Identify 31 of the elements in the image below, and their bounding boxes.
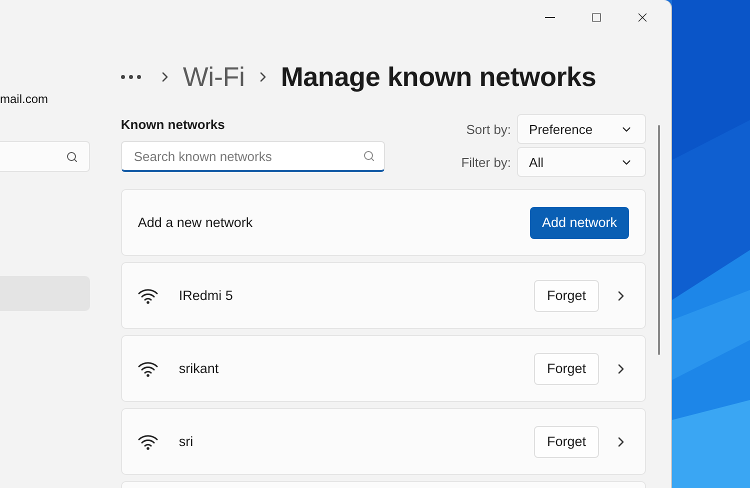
forget-button[interactable]: Forget bbox=[534, 426, 600, 458]
forget-button[interactable]: Forget bbox=[534, 280, 600, 312]
ellipsis-icon bbox=[120, 75, 141, 79]
breadcrumb-item: Manage known networks bbox=[280, 62, 596, 92]
add-network-button[interactable]: Add network bbox=[530, 206, 630, 238]
search-field[interactable]: Search known networks bbox=[120, 141, 385, 172]
search-icon bbox=[66, 150, 78, 162]
minimize-icon bbox=[545, 16, 555, 18]
network-row[interactable]: sri Forget bbox=[120, 408, 646, 475]
settings-search-field[interactable] bbox=[0, 141, 90, 172]
sort-label: Sort by: bbox=[465, 122, 512, 136]
search-input[interactable]: Search known networks bbox=[132, 148, 363, 164]
breadcrumb-item[interactable]: Wi-Fi bbox=[182, 62, 245, 92]
network-name: srikant bbox=[178, 361, 220, 376]
wifi-icon bbox=[138, 434, 158, 450]
filter-label: Filter by: bbox=[461, 154, 512, 170]
network-row[interactable]: srikant Forget bbox=[120, 335, 646, 402]
account-email: mail.com bbox=[0, 92, 50, 108]
add-network-text: Add a new network bbox=[138, 215, 254, 230]
filter-dropdown[interactable]: All bbox=[517, 147, 646, 177]
forget-button[interactable]: Forget bbox=[534, 352, 600, 384]
network-name: sri bbox=[178, 434, 194, 449]
sort-dropdown[interactable]: Preference bbox=[517, 114, 646, 144]
maximize-icon bbox=[590, 12, 602, 22]
wifi-icon bbox=[138, 360, 158, 376]
network-row[interactable]: IRedmi 5 Forget bbox=[120, 262, 646, 329]
network-name: IRedmi 5 bbox=[178, 288, 234, 303]
search-icon bbox=[362, 150, 375, 162]
section-heading: Known networks bbox=[120, 117, 226, 132]
wifi-icon bbox=[138, 288, 158, 304]
scrollbar-thumb[interactable] bbox=[658, 125, 660, 355]
